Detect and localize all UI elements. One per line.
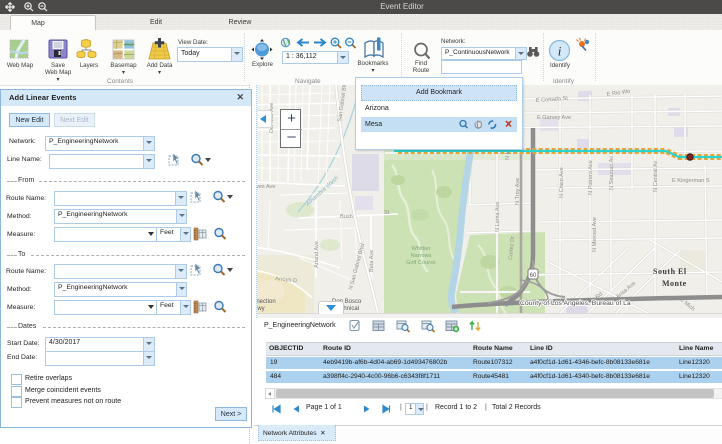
svg-text:Arland Ave: Arland Ave <box>314 241 320 268</box>
svg-text:N Seaman Av: N Seaman Av <box>609 156 615 190</box>
svg-text:N Lema Ave: N Lema Ave <box>495 202 501 232</box>
svg-text:E Kingerman S: E Kingerman S <box>672 178 710 184</box>
svg-text:Narrows: Narrows <box>411 253 432 259</box>
svg-text:E Garvey Ave: E Garvey Ave <box>537 115 571 121</box>
svg-text:nnection: nnection <box>254 299 276 305</box>
svg-text:60: 60 <box>530 273 537 279</box>
svg-text:N Central Av: N Central Av <box>653 160 659 192</box>
svg-text:Beta Ave: Beta Ave <box>369 250 375 272</box>
svg-text:N Chico Ave: N Chico Ave <box>559 167 565 198</box>
svg-text:South El: South El <box>653 267 687 276</box>
svg-text:Whittier: Whittier <box>412 246 431 252</box>
svg-text:i: i <box>558 44 562 59</box>
svg-text:Bush: Bush <box>340 214 353 220</box>
svg-text:N Merced Ave: N Merced Ave <box>592 217 598 252</box>
svg-text:St: St <box>384 210 390 216</box>
svg-text:Monte: Monte <box>662 279 687 288</box>
svg-text:Golf Course: Golf Course <box>406 260 436 266</box>
svg-text:County of Los Angeles, Bureau: County of Los Angeles, Bureau of La <box>520 300 631 307</box>
svg-text:N Potrero Ave: N Potrero Ave <box>588 160 594 195</box>
svg-text:N Troy Ave: N Troy Ave <box>515 178 521 205</box>
svg-text:N L: N L <box>505 151 511 160</box>
